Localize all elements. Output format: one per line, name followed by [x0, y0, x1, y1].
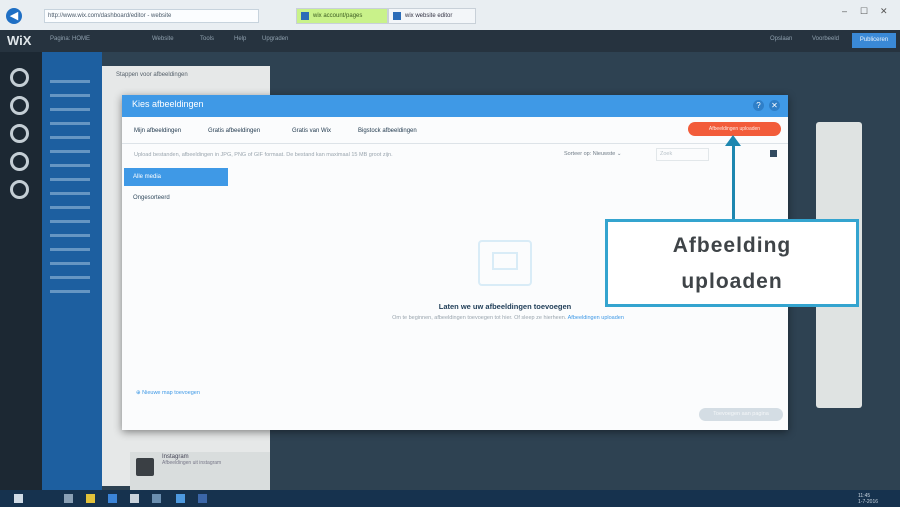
- clock-date: 1-7-2016: [858, 499, 879, 505]
- address-bar[interactable]: http://www.wix.com/dashboard/editor - we…: [44, 9, 259, 23]
- left-menu-item[interactable]: [50, 276, 90, 279]
- tab-favicon-icon: [393, 12, 401, 20]
- search-input[interactable]: Zoek: [656, 148, 709, 161]
- settings-icon[interactable]: [10, 180, 29, 199]
- topbar-page-select[interactable]: Pagina: HOME: [50, 36, 90, 42]
- tab-favicon-icon: [301, 12, 309, 20]
- close-icon[interactable]: ✕: [769, 100, 780, 111]
- left-menu-item[interactable]: [50, 164, 90, 167]
- store-icon[interactable]: [108, 494, 117, 503]
- left-menu-item[interactable]: [50, 150, 90, 153]
- start-icon[interactable]: [14, 494, 23, 503]
- empty-state-description: Om te beginnen, afbeeldingen toevoegen t…: [370, 314, 646, 323]
- tab-label: wix website editor: [405, 13, 453, 19]
- back-icon[interactable]: ◀: [6, 8, 22, 24]
- app-icon-2[interactable]: [152, 494, 161, 503]
- new-folder-label: Nieuwe map toevoegen: [142, 390, 200, 396]
- left-menu-item[interactable]: [50, 108, 90, 111]
- callout-arrow-line: [732, 141, 735, 219]
- maximize-icon[interactable]: ☐: [860, 6, 868, 17]
- left-menu-item[interactable]: [50, 94, 90, 97]
- left-menu-item[interactable]: [50, 206, 90, 209]
- tab-free-from-wix[interactable]: Gratis van Wix: [292, 128, 331, 134]
- tab-my-images[interactable]: Mijn afbeeldingen: [134, 128, 181, 134]
- editor-topbar: [0, 30, 900, 52]
- background-panel-title: Stappen voor afbeeldingen: [116, 72, 188, 78]
- instagram-thumbnail: [136, 458, 154, 476]
- close-window-icon[interactable]: ✕: [880, 6, 888, 17]
- new-folder-link[interactable]: ⊕ Nieuwe map toevoegen: [136, 390, 200, 396]
- empty-state-text: Om te beginnen, afbeeldingen toevoegen t…: [392, 315, 567, 321]
- left-menu-item[interactable]: [50, 234, 90, 237]
- left-menu-item[interactable]: [50, 178, 90, 181]
- app-icon-3[interactable]: [198, 494, 207, 503]
- system-clock: 11:45 1-7-2016: [858, 493, 878, 505]
- topbar-website[interactable]: Website: [152, 36, 174, 42]
- browser-tab-1[interactable]: wix account/pages: [296, 8, 388, 24]
- app-icon[interactable]: [130, 494, 139, 503]
- topbar-help[interactable]: Help: [234, 36, 246, 42]
- tab-free-images[interactable]: Gratis afbeeldingen: [208, 128, 260, 134]
- folder-icon[interactable]: [86, 494, 95, 503]
- media-icon[interactable]: [10, 124, 29, 143]
- publish-button[interactable]: Publiceren: [852, 33, 896, 48]
- minimize-icon[interactable]: –: [842, 6, 847, 16]
- apps-icon[interactable]: [10, 152, 29, 171]
- grid-view-icon[interactable]: [770, 150, 777, 157]
- add-to-page-button[interactable]: Toevoegen aan pagina: [699, 408, 783, 421]
- left-menu-item[interactable]: [50, 262, 90, 265]
- chevron-down-icon: ⌄: [616, 151, 622, 157]
- empty-state-illustration-inner: [492, 252, 518, 270]
- left-menu-item[interactable]: [50, 220, 90, 223]
- callout-text-line1: Afbeelding: [672, 234, 792, 257]
- sort-label: Sorteer op: Nieuwste: [564, 151, 616, 157]
- upload-info-text: Upload bestanden, afbeeldingen in JPG, P…: [134, 152, 393, 158]
- tab-label: wix account/pages: [313, 13, 363, 19]
- dialog-header: [122, 95, 788, 117]
- topbar-tools[interactable]: Tools: [200, 36, 214, 42]
- upload-link[interactable]: Afbeeldingen uploaden: [568, 315, 624, 321]
- search-icon[interactable]: [64, 494, 73, 503]
- wix-logo: WiX: [7, 33, 32, 48]
- folder-all-media[interactable]: Alle media: [124, 168, 228, 186]
- dialog-title: Kies afbeeldingen: [132, 99, 204, 109]
- left-menu-item[interactable]: [50, 122, 90, 125]
- left-rail: [0, 52, 42, 490]
- tab-bigstock-images[interactable]: Bigstock afbeeldingen: [358, 128, 417, 134]
- left-menu-item[interactable]: [50, 136, 90, 139]
- card-subtitle: Afbeeldingen uit instagram: [162, 460, 222, 466]
- upload-images-button[interactable]: Afbeeldingen uploaden: [688, 122, 781, 136]
- callout-text-line2: uploaden: [681, 270, 783, 293]
- help-icon[interactable]: ?: [753, 100, 764, 111]
- left-menu-item[interactable]: [50, 248, 90, 251]
- background-icon[interactable]: [10, 96, 29, 115]
- preview-button[interactable]: Voorbeeld: [812, 36, 839, 42]
- browser-icon[interactable]: [176, 494, 185, 503]
- left-menu-item[interactable]: [50, 80, 90, 83]
- folder-unsorted[interactable]: Ongesorteerd: [133, 195, 170, 201]
- left-menu: [42, 52, 102, 490]
- topbar-upgrade[interactable]: Upgraden: [262, 36, 288, 42]
- left-menu-item[interactable]: [50, 290, 90, 293]
- browser-tab-2[interactable]: wix website editor: [388, 8, 476, 24]
- sort-dropdown[interactable]: Sorteer op: Nieuwste ⌄: [564, 149, 642, 160]
- add-icon[interactable]: [10, 68, 29, 87]
- left-menu-item[interactable]: [50, 192, 90, 195]
- instagram-card-text: Instagram Afbeeldingen uit instagram: [162, 454, 221, 466]
- save-button[interactable]: Opslaan: [770, 36, 792, 42]
